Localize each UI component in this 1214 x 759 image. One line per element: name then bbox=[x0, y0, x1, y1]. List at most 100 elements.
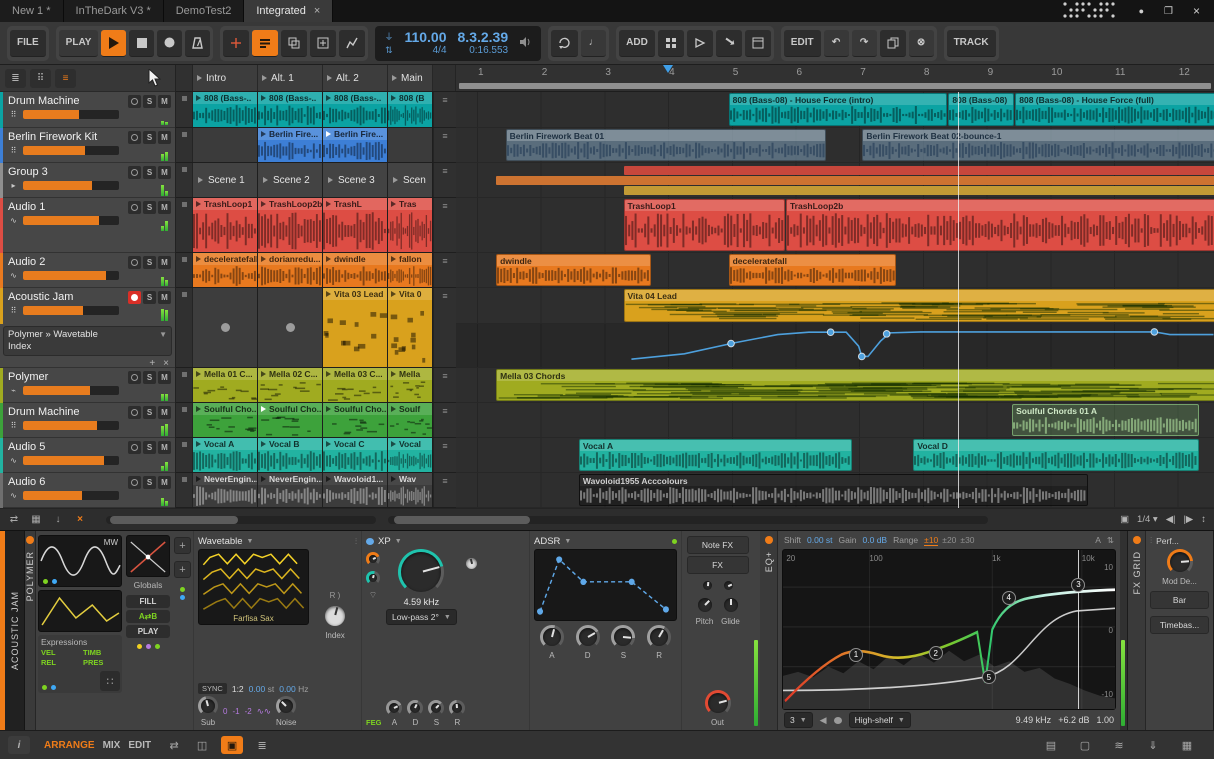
eq-power-button[interactable] bbox=[764, 536, 773, 544]
launcher-hscrollbar-thumb[interactable] bbox=[110, 515, 238, 524]
loop-region[interactable] bbox=[459, 83, 1211, 89]
fxgrid-power-button[interactable] bbox=[1132, 536, 1141, 544]
arranger-clip[interactable]: Mella 03 Chords bbox=[496, 369, 1214, 401]
lane-options-icon[interactable]: ≡ bbox=[433, 473, 456, 507]
overdub-button[interactable] bbox=[252, 29, 279, 57]
record-arm-button[interactable] bbox=[128, 291, 141, 304]
metronome-volume-icon[interactable] bbox=[519, 36, 532, 51]
eq-range-option[interactable]: ±20 bbox=[942, 535, 956, 545]
track-header[interactable]: Audio 6 S M ∿ bbox=[0, 473, 175, 508]
clip-slot[interactable]: Vita 0 bbox=[388, 288, 433, 367]
eq-auto-icon[interactable]: A bbox=[1095, 535, 1101, 545]
keyboard-icon[interactable]: ▦ bbox=[1178, 739, 1196, 752]
filter-key-knob[interactable] bbox=[366, 571, 380, 585]
clip-play-icon[interactable] bbox=[326, 476, 331, 482]
record-button[interactable] bbox=[157, 29, 183, 57]
solo-button[interactable]: S bbox=[143, 291, 156, 304]
clip-play-icon[interactable] bbox=[326, 256, 331, 262]
swing-note-button[interactable]: ♩ bbox=[581, 29, 607, 57]
lanes-icon[interactable]: ≣ bbox=[253, 739, 271, 752]
monitor-button[interactable] bbox=[128, 201, 141, 214]
env-knob-s[interactable] bbox=[611, 625, 636, 649]
track-header[interactable]: Berlin Firework Kit S M ⠿ bbox=[0, 128, 175, 163]
fx-tab[interactable]: Note FX bbox=[686, 536, 749, 554]
groove-button[interactable] bbox=[551, 29, 579, 57]
clip-play-icon[interactable] bbox=[261, 441, 266, 447]
eq-range-option[interactable]: ±30 bbox=[960, 535, 974, 545]
arranger-clip[interactable]: Soulful Chords 01 A bbox=[1012, 404, 1199, 436]
return-arrow-icon[interactable]: ↓ bbox=[50, 513, 66, 527]
lane-options-icon[interactable]: ≡ bbox=[433, 438, 456, 472]
package-download-icon[interactable]: ⇓ bbox=[1144, 739, 1162, 752]
track-list-icon[interactable]: ≣ bbox=[5, 68, 26, 88]
eq-resize-icon[interactable]: ⇅ bbox=[1107, 535, 1114, 546]
filter-env-knob-d[interactable] bbox=[407, 700, 424, 716]
clip-stop-column[interactable] bbox=[176, 163, 193, 197]
expression-label[interactable]: PRES bbox=[83, 658, 119, 667]
arranger-clip[interactable]: 808 (Bass-08) - House Force (full) bbox=[1015, 93, 1214, 126]
clip-slot[interactable]: Mella 03 C... bbox=[323, 368, 388, 402]
clip-slot[interactable]: Soulful Cho... bbox=[323, 403, 388, 437]
clip-play-icon[interactable] bbox=[391, 441, 396, 447]
position-bars[interactable]: 8.3.2.39 bbox=[458, 29, 509, 45]
arranger-clip[interactable]: dwindle bbox=[496, 254, 652, 286]
tempo-value[interactable]: 110.00 bbox=[404, 29, 446, 45]
track-header[interactable]: Drum Machine S M ⠿ bbox=[0, 92, 175, 128]
eq-device-strip[interactable]: EQ+ bbox=[760, 531, 778, 730]
arranger-clip[interactable]: TrashLoop1 bbox=[623, 199, 785, 251]
track-button[interactable]: TRACK bbox=[946, 29, 996, 57]
lane-options-icon[interactable]: ≡ bbox=[433, 253, 456, 287]
solo-button[interactable]: S bbox=[143, 476, 156, 489]
volume-fader[interactable] bbox=[23, 386, 119, 395]
group-scenes-icon[interactable]: ▣ bbox=[1120, 514, 1129, 525]
play-scene-icon[interactable] bbox=[327, 75, 332, 81]
clip-slot[interactable]: NeverEngin... bbox=[258, 473, 323, 507]
expression-label[interactable]: REL bbox=[41, 658, 77, 667]
env-knob-r[interactable] bbox=[647, 625, 672, 649]
clip-slot[interactable]: Tras bbox=[388, 198, 433, 252]
arranger-clip[interactable]: Vocal A bbox=[578, 439, 852, 471]
fxgrid-mod-knob[interactable] bbox=[1166, 549, 1193, 575]
mute-button[interactable]: M bbox=[158, 441, 171, 454]
expression-label[interactable]: TIMB bbox=[83, 648, 119, 657]
volume-fader[interactable] bbox=[23, 456, 119, 465]
arranger-clip[interactable]: TrashLoop2b bbox=[785, 199, 1214, 251]
clip-play-icon[interactable] bbox=[196, 256, 201, 262]
clip-slot[interactable] bbox=[193, 288, 258, 367]
clip-play-icon[interactable] bbox=[326, 291, 331, 297]
clip-slot[interactable]: fallon bbox=[388, 253, 433, 287]
lane-options-icon[interactable]: ≡ bbox=[433, 92, 456, 127]
grid-add-button[interactable] bbox=[310, 29, 337, 57]
fx-tab[interactable]: FX bbox=[686, 556, 749, 574]
arranger-track-lane[interactable]: TrashLoop1 TrashLoop2b bbox=[456, 198, 1214, 253]
clip-play-icon[interactable] bbox=[196, 371, 201, 377]
global-button[interactable]: FILL bbox=[126, 595, 170, 608]
arranger-track-lane[interactable]: Vita 04 Lead bbox=[456, 288, 1214, 324]
undo-button[interactable]: ↶ bbox=[823, 29, 849, 57]
clip-slot[interactable]: 808 (Bass-.. bbox=[193, 92, 258, 127]
solo-button[interactable]: S bbox=[143, 166, 156, 179]
volume-fader[interactable] bbox=[23, 271, 119, 280]
glide-knob[interactable] bbox=[721, 595, 741, 615]
filter-power-button[interactable] bbox=[366, 538, 374, 545]
redo-button[interactable]: ↷ bbox=[851, 29, 877, 57]
monitor-button[interactable] bbox=[128, 406, 141, 419]
project-tab[interactable]: New 1 * bbox=[0, 0, 64, 22]
volume-fader[interactable] bbox=[23, 146, 119, 155]
wavetable-menu-icon[interactable]: ⫶ bbox=[355, 537, 357, 547]
add-audio-button[interactable] bbox=[686, 29, 713, 57]
delete-button[interactable]: ⊗ bbox=[908, 29, 934, 57]
eq-spectrum-display[interactable]: 20 100 1k 10k 10 0 -10 1 2 4 5 3 bbox=[782, 549, 1116, 710]
sync-toggle[interactable]: SYNC bbox=[198, 683, 227, 694]
solo-button[interactable]: S bbox=[143, 95, 156, 108]
device-track-tab[interactable]: ACOUSTIC JAM bbox=[5, 531, 25, 730]
eq-band-handle[interactable]: 5 bbox=[981, 670, 996, 685]
volume-fader[interactable] bbox=[23, 306, 119, 315]
arranger-track-lane[interactable] bbox=[456, 163, 1214, 198]
metronome-button[interactable] bbox=[185, 29, 211, 57]
automation-follow-button[interactable]: ▣ bbox=[221, 736, 244, 754]
wavetable-display[interactable]: Farfisa Sax bbox=[198, 549, 309, 625]
chevron-down-icon[interactable]: ▼ bbox=[159, 330, 167, 340]
scene-header-cell[interactable]: Alt. 1 bbox=[258, 65, 323, 91]
pointer-tool-icon[interactable]: ◫ bbox=[193, 739, 211, 752]
